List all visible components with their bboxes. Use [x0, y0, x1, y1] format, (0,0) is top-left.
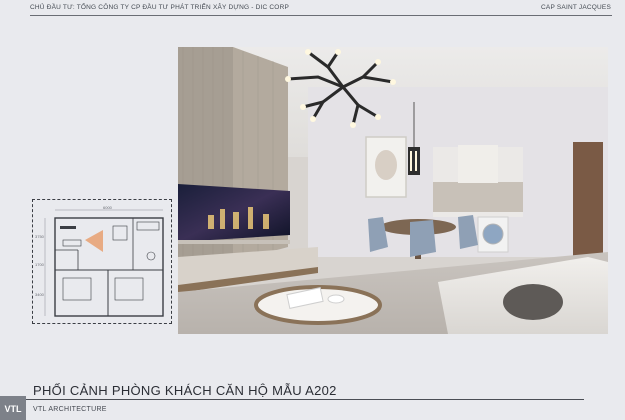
- sheet-title: PHỐI CẢNH PHÒNG KHÁCH CĂN HỘ MẪU A202: [33, 383, 337, 398]
- living-room-render: [178, 47, 608, 334]
- plan-dimension-mid: 1700: [35, 262, 44, 267]
- floor-plan-drawing: [44, 209, 164, 317]
- plan-dimension-top: 3750: [35, 234, 44, 239]
- firm-logo: VTL: [0, 396, 26, 420]
- render-image: [178, 47, 608, 334]
- project-name: CAP SAINT JACQUES: [541, 4, 611, 11]
- footer-divider: [24, 399, 584, 400]
- floor-plan-frame: 6000 3750 1700 3400: [32, 199, 172, 324]
- svg-text:VTL: VTL: [5, 404, 23, 414]
- investor-label: CHỦ ĐẦU TƯ: TỔNG CÔNG TY CP ĐẦU TƯ PHÁT …: [30, 4, 289, 11]
- header-divider: [30, 15, 612, 16]
- plan-dimension-bottom: 3400: [35, 292, 44, 297]
- plan-dimension-width: 6000: [103, 205, 112, 210]
- vtl-logo-icon: VTL: [5, 404, 23, 414]
- presentation-sheet: CHỦ ĐẦU TƯ: TỔNG CÔNG TY CP ĐẦU TƯ PHÁT …: [0, 0, 625, 420]
- firm-name: VTL ARCHITECTURE: [33, 406, 107, 413]
